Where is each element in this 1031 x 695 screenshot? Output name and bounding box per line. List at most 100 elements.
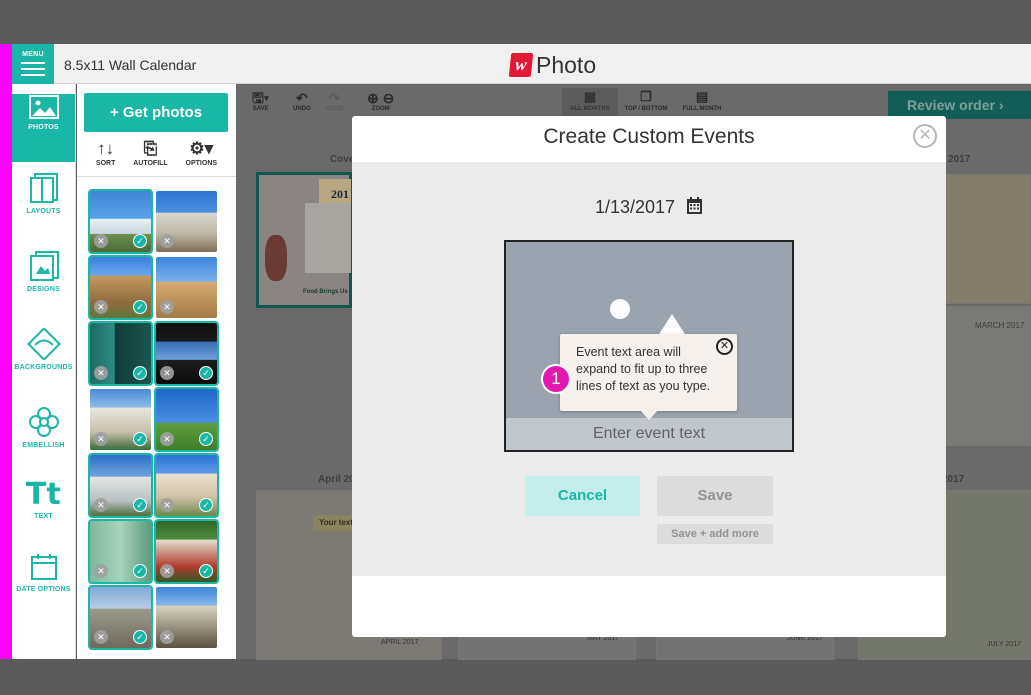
cover-radish [265,235,287,281]
remove-icon[interactable]: ✕ [160,432,174,446]
calendar-icon[interactable] [686,196,703,220]
check-icon[interactable]: ✓ [199,498,213,512]
photo-thumbnail[interactable]: ✕ ✓ [88,453,153,518]
undo-icon: ↶ [295,90,308,106]
check-icon[interactable]: ✓ [133,564,147,578]
full-month-icon: ▤ [695,89,709,104]
remove-icon[interactable]: ✕ [160,498,174,512]
remove-icon[interactable]: ✕ [94,630,108,644]
nav-embellish[interactable]: EMBELLISH [12,406,75,474]
save-label: SAVE [252,106,269,112]
autofill-label: AUTOFILL [133,160,168,167]
nav-label: BACKGROUNDS [14,364,73,371]
photo-thumbnail[interactable]: ✕ ✓ [88,321,153,386]
sort-button[interactable]: ↑↓ SORT [96,138,115,176]
remove-icon[interactable]: ✕ [160,630,174,644]
view-full-month[interactable]: ▤ FULL MONTH [674,88,730,118]
close-icon[interactable]: ✕ [913,124,937,148]
cover-year: 201 [331,187,349,201]
nav-designs[interactable]: DESIGNS [12,250,75,318]
undo-button[interactable]: ↶ UNDO [293,90,311,112]
remove-icon[interactable]: ✕ [160,300,174,314]
check-icon[interactable]: ✓ [133,366,147,380]
photo-thumbnail[interactable]: ✕ [156,587,217,648]
page-cover[interactable]: 201 Food Brings Us [256,172,352,308]
autofill-button[interactable]: ⎘ AUTOFILL [133,138,167,176]
check-icon[interactable]: ✓ [133,630,147,644]
photo-thumbnail[interactable]: ✕ ✓ [154,519,219,584]
close-icon[interactable]: ✕ [716,338,733,355]
redo-icon: ↷ [328,90,341,106]
menu-button[interactable]: MENU [12,44,54,84]
page-label-cover: Cove [330,154,355,165]
zoom-icon: ⊕ ⊖ [367,90,395,106]
photo-thumbnail[interactable]: ✕ ✓ [88,255,153,320]
step-badge: 1 [541,364,571,394]
nav-layouts[interactable]: LAYOUTS [12,172,75,240]
page-march-grid[interactable]: MARCH 2017 [942,306,1031,446]
photo-thumbnail[interactable]: ✕ ✓ [88,585,153,650]
remove-icon[interactable]: ✕ [94,300,108,314]
check-icon[interactable]: ✓ [133,498,147,512]
designs-icon [29,251,59,281]
photo-thumbnail[interactable]: ✕ ✓ [90,389,151,450]
photo-thumbnail[interactable]: ✕ [156,191,217,252]
zoom-controls[interactable]: ⊕ ⊖ ZOOM [367,90,394,112]
review-order-button[interactable]: Review order › [888,91,1031,119]
check-icon[interactable]: ✓ [133,432,147,446]
check-icon[interactable]: ✓ [199,366,213,380]
placeholder-sun-icon [610,299,630,319]
modal-body: 1/13/2017 Enter event text Event text ar… [352,162,946,576]
event-text-tooltip: Event text area will expand to fit up to… [560,334,737,420]
month-label: APRIL 2017 [381,639,419,646]
project-title: 8.5x11 Wall Calendar [64,57,197,73]
save-event-button[interactable]: Save [657,476,773,516]
photo-thumbnail[interactable]: ✕ ✓ [154,387,219,452]
photo-thumbnail[interactable]: ✕ ✓ [154,453,219,518]
photo-thumbnail[interactable]: ✕ ✓ [88,519,153,584]
cover-caption: Food Brings Us [303,289,348,295]
nav-label: DESIGNS [27,286,60,293]
left-accent-bar [0,44,12,659]
cover-photo [305,203,351,273]
remove-icon[interactable]: ✕ [160,564,174,578]
remove-icon[interactable]: ✕ [160,234,174,248]
top-bar: MENU 8.5x11 Wall Calendar w Photo [12,44,1031,84]
nav-date-options[interactable]: DATE OPTIONS [12,552,75,620]
remove-icon[interactable]: ✕ [94,234,108,248]
save-button[interactable]: 🖫▾ SAVE [252,90,269,112]
view-label: FULL MONTH [682,106,722,112]
remove-icon[interactable]: ✕ [94,366,108,380]
flower-icon [28,407,59,437]
cancel-button[interactable]: Cancel [525,476,640,516]
check-icon[interactable]: ✓ [199,564,213,578]
save-add-more-button[interactable]: Save + add more [657,524,773,544]
redo-button[interactable]: ↷ REDO [326,90,343,112]
view-all-months[interactable]: ▦ ALL MONTHS [562,88,618,118]
photo-thumbnail[interactable]: ✕ ✓ [154,321,219,386]
nav-text[interactable]: Tt TEXT [12,474,75,542]
remove-icon[interactable]: ✕ [94,498,108,512]
view-label: ALL MONTHS [570,106,610,112]
check-icon[interactable]: ✓ [199,432,213,446]
sort-label: SORT [95,160,116,167]
check-icon[interactable]: ✓ [133,300,147,314]
options-button[interactable]: ⚙▾ OPTIONS [186,138,218,176]
nav-label: EMBELLISH [22,442,65,449]
remove-icon[interactable]: ✕ [160,366,174,380]
remove-icon[interactable]: ✕ [94,564,108,578]
page-march-photo[interactable] [942,174,1031,304]
remove-icon[interactable]: ✕ [94,432,108,446]
event-text-input[interactable]: Enter event text [506,418,792,450]
nav-photos[interactable]: PHOTOS [12,94,75,162]
text-icon: Tt [25,477,62,512]
nav-backgrounds[interactable]: BACKGROUNDS [12,328,75,396]
event-date-row: 1/13/2017 [352,196,946,220]
hamburger-icon [21,62,45,76]
view-top-bottom[interactable]: ❐ TOP / BOTTOM [618,88,674,118]
check-icon[interactable]: ✓ [133,234,147,248]
get-photos-button[interactable]: + Get photos [84,93,228,132]
walgreens-photo-logo[interactable]: w Photo [508,51,596,79]
photo-thumbnail[interactable]: ✕ ✓ [88,189,153,254]
photo-thumbnail[interactable]: ✕ [156,257,217,318]
